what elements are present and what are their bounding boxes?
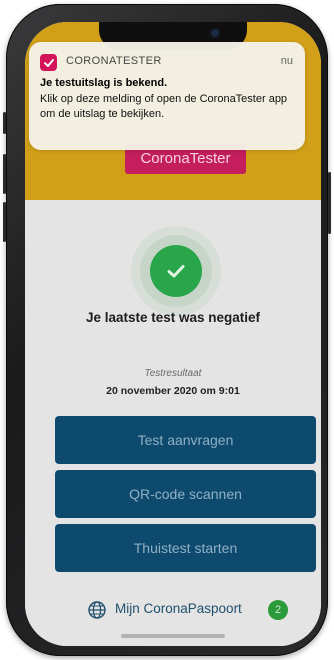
globe-icon	[88, 601, 106, 619]
passport-count-badge: 2	[268, 600, 288, 620]
home-test-button[interactable]: Thuistest starten	[55, 524, 316, 572]
notification-app-name: CORONATESTER	[66, 55, 162, 67]
request-test-button[interactable]: Test aanvragen	[55, 416, 316, 464]
checkmark-icon	[167, 265, 185, 278]
checkmark-icon	[43, 58, 54, 67]
home-indicator	[121, 634, 225, 638]
front-camera	[211, 29, 219, 37]
push-notification[interactable]: CORONATESTER nu Je testuitslag is bekend…	[29, 42, 305, 150]
result-title: Je laatste test was negatief	[85, 310, 261, 325]
passport-label: Mijn CoronaPaspoort	[115, 601, 242, 616]
scan-qr-button[interactable]: QR-code scannen	[55, 470, 316, 518]
passport-link[interactable]: Mijn CoronaPaspoort 2	[25, 596, 321, 624]
coronatester-app-icon	[40, 54, 57, 71]
power-button	[328, 172, 331, 234]
notification-body: Klik op deze melding of open de CoronaTe…	[40, 93, 288, 120]
volume-down-button	[3, 202, 6, 242]
notification-time: nu	[280, 55, 293, 67]
result-date: 20 november 2020 om 9:01	[106, 385, 240, 397]
silent-switch	[3, 112, 6, 134]
notification-title: Je testuitslag is bekend.	[40, 77, 168, 89]
volume-up-button	[3, 154, 6, 194]
result-label: Testresultaat	[144, 368, 202, 379]
check-circle-icon	[150, 245, 202, 297]
